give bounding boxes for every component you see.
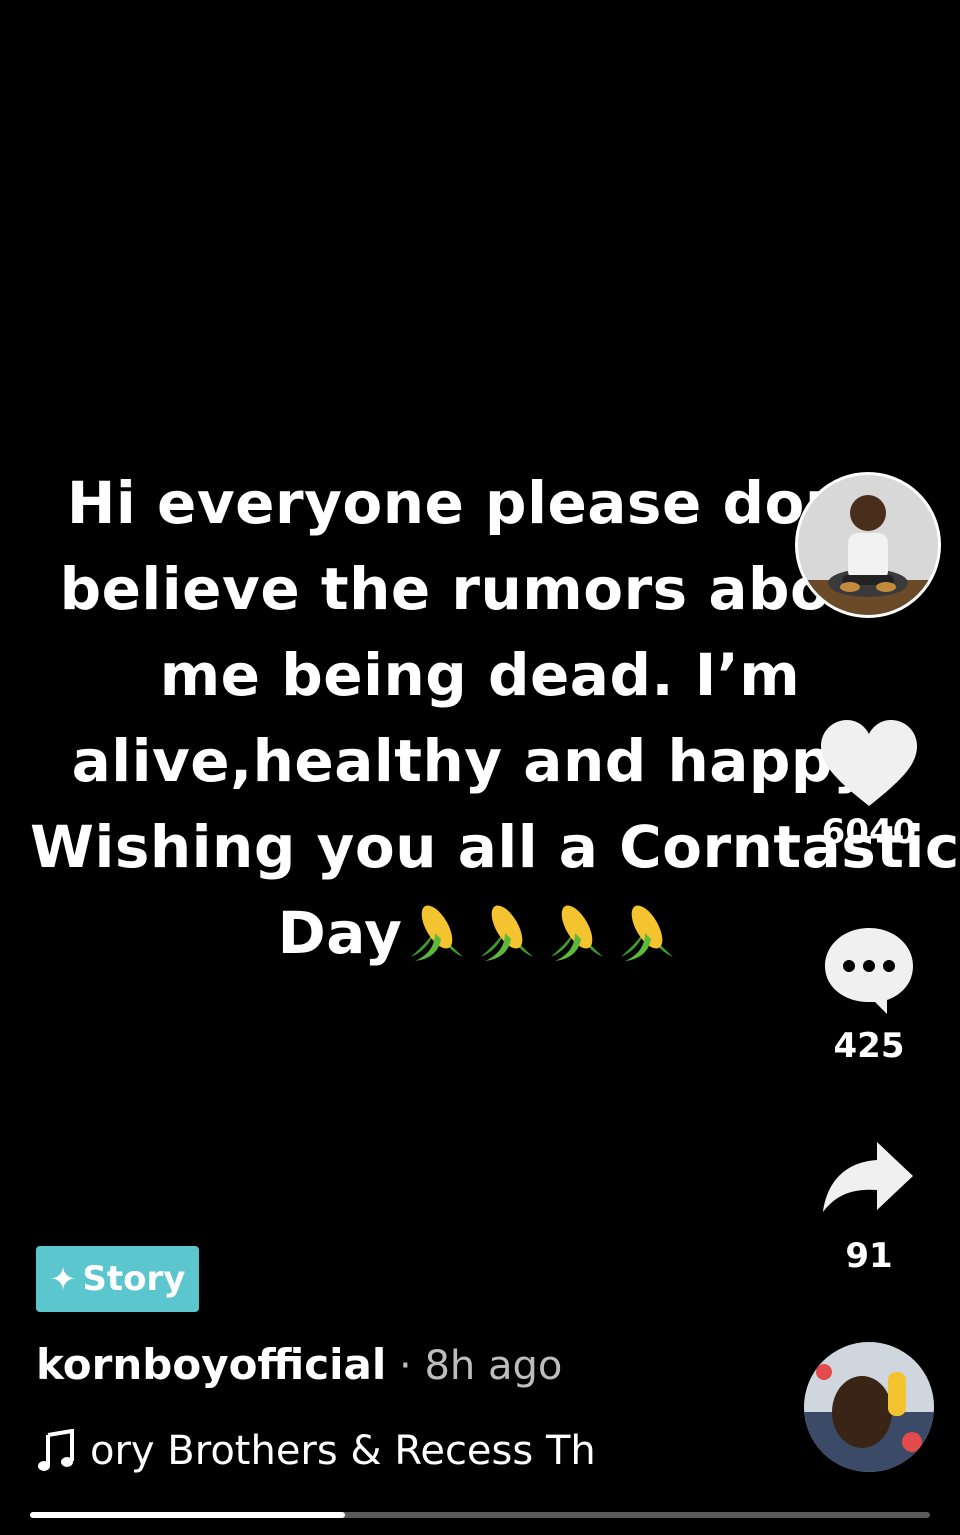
comment-bubble-icon <box>825 928 913 1014</box>
author-line: kornboyofficial · 8h ago <box>36 1340 562 1389</box>
caption-last-line: Day <box>30 890 930 976</box>
caption-line: believe the rumors about <box>59 555 901 623</box>
music-line[interactable]: ory Brothers & Recess Th <box>36 1424 630 1478</box>
corn-emoji-icon <box>621 905 674 961</box>
like-button[interactable]: 6040 <box>808 718 930 852</box>
share-arrow-icon <box>823 1142 913 1212</box>
like-count: 6040 <box>821 812 917 852</box>
music-disc-avatar[interactable] <box>804 1342 934 1472</box>
sparkle-icon: ✦ <box>49 1260 77 1298</box>
avatar-image <box>798 475 938 615</box>
comment-count: 425 <box>833 1026 905 1066</box>
share-count: 91 <box>845 1236 893 1276</box>
post-timestamp: · 8h ago <box>386 1343 563 1389</box>
playback-progress-fill <box>30 1512 345 1518</box>
music-note-icon <box>38 1429 74 1471</box>
playback-progress-bar[interactable] <box>30 1512 930 1518</box>
caption-line: alive,healthy and happy. <box>71 727 889 795</box>
caption-line: Wishing you all a Corntastic <box>30 813 960 881</box>
music-title: ory Brothers & Recess Th <box>90 1428 596 1474</box>
author-username[interactable]: kornboyofficial <box>36 1340 386 1389</box>
creator-avatar[interactable] <box>795 472 941 618</box>
heart-icon <box>821 720 917 806</box>
caption-line: Day <box>277 899 403 967</box>
story-badge-label: Story <box>82 1259 186 1299</box>
corn-emoji-icon <box>551 905 604 961</box>
caption-line: me being dead. I’m <box>159 641 801 709</box>
comment-button[interactable]: 425 <box>808 924 930 1066</box>
corn-emoji-icon <box>481 905 534 961</box>
corn-emoji-icon <box>411 905 464 961</box>
story-badge[interactable]: ✦ Story <box>36 1246 199 1312</box>
share-button[interactable]: 91 <box>808 1138 930 1276</box>
music-disc-image <box>804 1342 934 1472</box>
